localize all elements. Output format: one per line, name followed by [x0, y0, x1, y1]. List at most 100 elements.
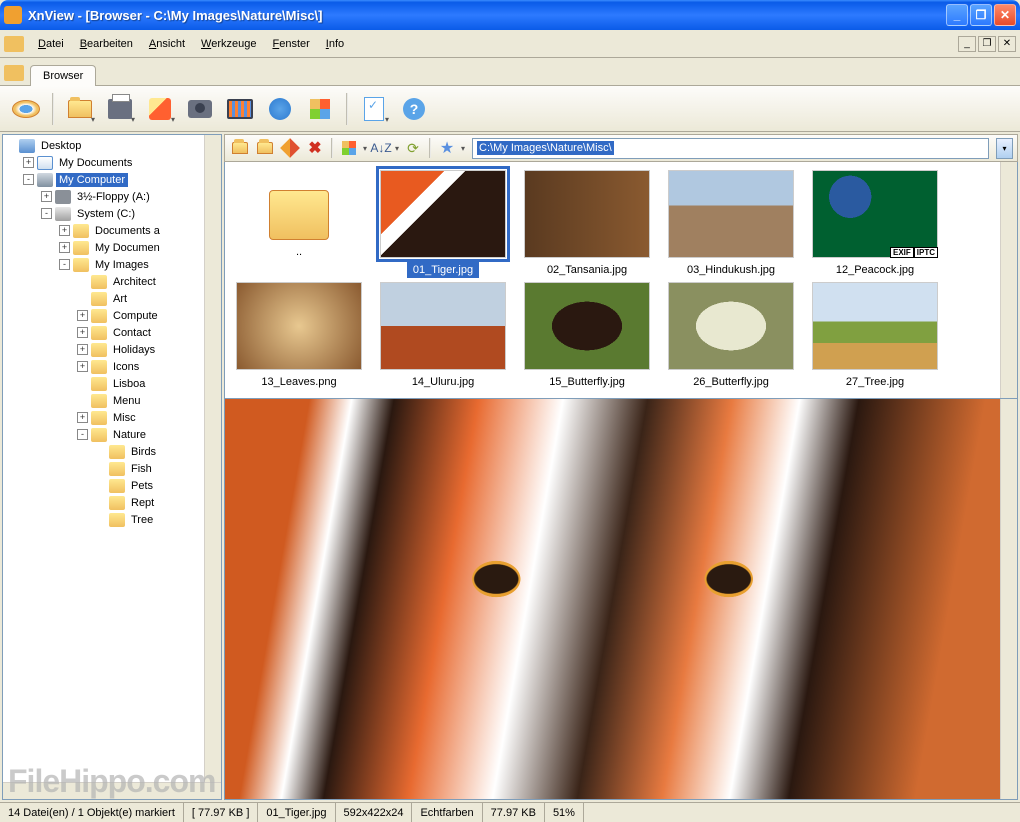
print-button[interactable]: [102, 91, 138, 127]
tree-node[interactable]: -System (C:): [5, 205, 202, 222]
new-folder-button[interactable]: [254, 137, 276, 159]
tree-node[interactable]: Birds: [5, 443, 202, 460]
view-mode-button[interactable]: [338, 137, 360, 159]
thumbnail-item[interactable]: EXIFIPTC12_Peacock.jpg: [805, 170, 945, 278]
tree-node[interactable]: -My Computer: [5, 171, 202, 188]
tree-scrollbar-horizontal[interactable]: [3, 782, 221, 799]
thumbnail-item[interactable]: 01_Tiger.jpg: [373, 170, 513, 278]
thumbnail-item[interactable]: 03_Hindukush.jpg: [661, 170, 801, 278]
tree-expander[interactable]: +: [77, 344, 88, 355]
tree-node[interactable]: Tree: [5, 511, 202, 528]
folder-new-icon: [257, 142, 273, 154]
tree-node[interactable]: +3½-Floppy (A:): [5, 188, 202, 205]
tree-node[interactable]: Lisboa: [5, 375, 202, 392]
favorites-button[interactable]: ★: [436, 137, 458, 159]
thumb-parent-folder[interactable]: ..: [229, 170, 369, 278]
tree-node[interactable]: +Compute: [5, 307, 202, 324]
maximize-button[interactable]: ❐: [970, 4, 992, 26]
options-button[interactable]: [356, 91, 392, 127]
dropdown-arrow-icon[interactable]: ▾: [461, 144, 465, 153]
tree-expander[interactable]: +: [23, 157, 34, 168]
folder-up-button[interactable]: [229, 137, 251, 159]
tree-node[interactable]: Menu: [5, 392, 202, 409]
thumbnail-item[interactable]: 15_Butterfly.jpg: [517, 282, 657, 390]
tree-node[interactable]: -My Images: [5, 256, 202, 273]
menu-fenster[interactable]: Fenster: [264, 34, 317, 54]
tree-node[interactable]: Architect: [5, 273, 202, 290]
tree-expander[interactable]: -: [77, 429, 88, 440]
menu-bearbeiten[interactable]: Bearbeiten: [72, 34, 141, 54]
tree-expander[interactable]: +: [59, 242, 70, 253]
tree-expander[interactable]: +: [59, 225, 70, 236]
tab-browser[interactable]: Browser: [30, 65, 96, 86]
thumbnails-button[interactable]: [302, 91, 338, 127]
slideshow-button[interactable]: [222, 91, 258, 127]
tree-label: Menu: [110, 394, 144, 408]
mdi-restore-button[interactable]: ❐: [978, 36, 996, 52]
address-dropdown-button[interactable]: ▾: [996, 138, 1013, 159]
tree-node[interactable]: +Holidays: [5, 341, 202, 358]
tree-node[interactable]: +My Documents: [5, 154, 202, 171]
thumbnail-image: [236, 282, 362, 370]
minimize-button[interactable]: _: [946, 4, 968, 26]
edit-button[interactable]: [279, 137, 301, 159]
convert-button[interactable]: [142, 91, 178, 127]
tree-node[interactable]: Desktop: [5, 137, 202, 154]
tree-node[interactable]: Pets: [5, 477, 202, 494]
tree-node[interactable]: Fish: [5, 460, 202, 477]
tree-node[interactable]: Art: [5, 290, 202, 307]
tree-node[interactable]: + Misc: [5, 409, 202, 426]
menu-werkzeuge[interactable]: Werkzeuge: [193, 34, 264, 54]
tree-node[interactable]: -Nature: [5, 426, 202, 443]
tree-scrollbar-vertical[interactable]: [204, 135, 221, 782]
thumbnail-item[interactable]: 13_Leaves.png: [229, 282, 369, 390]
preview-image[interactable]: [225, 399, 1000, 799]
web-button[interactable]: [262, 91, 298, 127]
tree-expander[interactable]: +: [77, 412, 88, 423]
thumbnail-item[interactable]: 27_Tree.jpg: [805, 282, 945, 390]
thumbnail-item[interactable]: 14_Uluru.jpg: [373, 282, 513, 390]
tree-node[interactable]: +Documents a: [5, 222, 202, 239]
sort-button[interactable]: A↓Z: [370, 137, 392, 159]
refresh-button[interactable]: ⟳: [402, 137, 424, 159]
open-folder-button[interactable]: [62, 91, 98, 127]
tree-node[interactable]: +Icons: [5, 358, 202, 375]
app-icon-small[interactable]: [4, 36, 24, 52]
thumbnail-scrollbar[interactable]: [1000, 162, 1017, 398]
close-button[interactable]: ✕: [994, 4, 1016, 26]
tree-expander[interactable]: +: [77, 327, 88, 338]
tree-expander[interactable]: -: [23, 174, 34, 185]
tree-label: Misc: [110, 411, 139, 425]
help-button[interactable]: ?: [396, 91, 432, 127]
dropdown-arrow-icon[interactable]: ▾: [363, 144, 367, 153]
tree-expander[interactable]: +: [77, 310, 88, 321]
menu-ansicht[interactable]: Ansicht: [141, 34, 193, 54]
tree-node[interactable]: Rept: [5, 494, 202, 511]
dropdown-arrow-icon[interactable]: ▾: [395, 144, 399, 153]
folder-tree[interactable]: Desktop+My Documents-My Computer+3½-Flop…: [3, 135, 204, 782]
status-filename: 01_Tiger.jpg: [258, 803, 335, 822]
thumbnail-image: [380, 282, 506, 370]
folder-icon: [109, 496, 125, 510]
mdi-minimize-button[interactable]: _: [958, 36, 976, 52]
tree-expander[interactable]: +: [77, 361, 88, 372]
tree-node[interactable]: +Contact: [5, 324, 202, 341]
thumbnail-grid[interactable]: ..01_Tiger.jpg02_Tansania.jpg03_Hindukus…: [225, 162, 1000, 398]
tree-node[interactable]: +My Documen: [5, 239, 202, 256]
tree-expander[interactable]: -: [41, 208, 52, 219]
menu-datei[interactable]: Datei: [30, 34, 72, 54]
capture-button[interactable]: [182, 91, 218, 127]
tree-label: Fish: [128, 462, 155, 476]
menu-info[interactable]: Info: [318, 34, 352, 54]
tree-expander[interactable]: +: [41, 191, 52, 202]
thumbnail-item[interactable]: 26_Butterfly.jpg: [661, 282, 801, 390]
tab-new-icon[interactable]: [4, 65, 24, 81]
view-button[interactable]: [8, 91, 44, 127]
address-bar[interactable]: C:\My Images\Nature\Misc\: [472, 138, 989, 159]
delete-button[interactable]: ✖: [304, 137, 326, 159]
preview-scrollbar[interactable]: [1000, 399, 1017, 799]
mdi-close-button[interactable]: ✕: [998, 36, 1016, 52]
status-colordepth: Echtfarben: [412, 803, 482, 822]
tree-expander[interactable]: -: [59, 259, 70, 270]
thumbnail-item[interactable]: 02_Tansania.jpg: [517, 170, 657, 278]
